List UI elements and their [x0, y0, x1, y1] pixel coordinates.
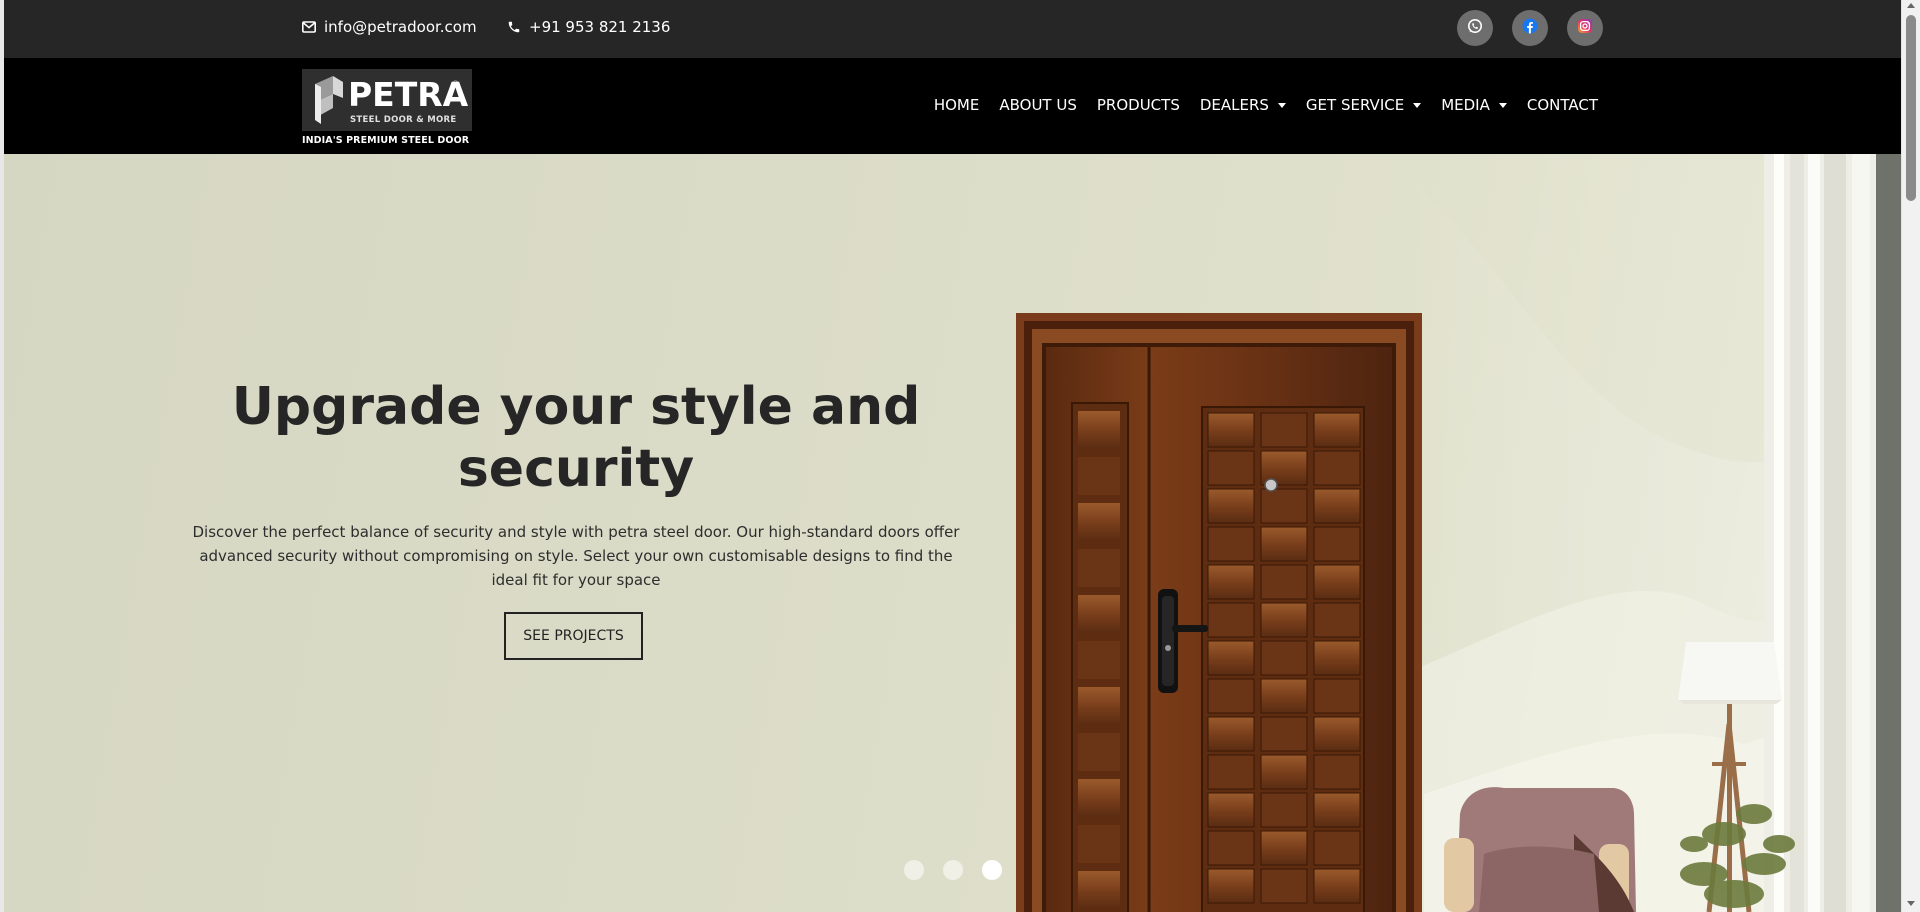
facebook-button[interactable]: [1512, 10, 1548, 46]
hero-description: Discover the perfect balance of security…: [192, 523, 960, 589]
door-tile: [1313, 450, 1361, 486]
door-tile: [1207, 716, 1255, 752]
door-tile: [1207, 868, 1255, 904]
facebook-icon: [1522, 18, 1538, 38]
door-tile: [1260, 754, 1308, 790]
envelope-icon: [302, 21, 316, 33]
nav-dealers-label: DEALERS: [1199, 96, 1269, 114]
door-tile: [1207, 754, 1255, 790]
door-tile: [1207, 602, 1255, 638]
brand-name: PETRA: [348, 75, 469, 114]
instagram-icon: [1577, 18, 1593, 38]
hero-slider: Upgrade your style and security Discover…: [4, 154, 1901, 912]
door-tile: [1207, 830, 1255, 866]
door-tile: [1207, 678, 1255, 714]
nav-home[interactable]: HOME: [934, 96, 980, 114]
slide-dot-2[interactable]: [943, 860, 963, 880]
nav-get-service[interactable]: GET SERVICE: [1305, 96, 1422, 114]
door-tile: [1260, 526, 1308, 562]
nav-menu: HOME ABOUT US PRODUCTS DEALERS GET SERVI…: [914, 96, 1598, 114]
door-tile: [1260, 678, 1308, 714]
door-tile: [1260, 868, 1308, 904]
nav-products[interactable]: PRODUCTS: [1097, 96, 1180, 114]
door-tile: [1207, 564, 1255, 600]
door-tile: [1313, 716, 1361, 752]
nav-media[interactable]: MEDIA: [1441, 96, 1507, 114]
door-tile: [1260, 716, 1308, 752]
door-tile: [1207, 412, 1255, 448]
door-tile: [1207, 640, 1255, 676]
door-tile: [1260, 602, 1308, 638]
slide-dot-1[interactable]: [904, 860, 924, 880]
page-scrollbar[interactable]: [1901, 0, 1920, 912]
scroll-down-arrow-icon[interactable]: [1907, 901, 1915, 906]
door-tile: [1313, 640, 1361, 676]
door-tile: [1260, 792, 1308, 828]
door-tile: [1260, 412, 1308, 448]
door-tile: [1260, 564, 1308, 600]
curtain-and-decor-illustration: [1444, 154, 1901, 912]
caret-down-icon: [1277, 102, 1286, 108]
nav-dealers[interactable]: DEALERS: [1200, 96, 1286, 114]
nav-media-label: MEDIA: [1441, 96, 1490, 114]
door-tile: [1207, 526, 1255, 562]
door-tile: [1207, 450, 1255, 486]
slide-dot-3[interactable]: [982, 860, 1002, 880]
email-link[interactable]: info@petradoor.com: [302, 18, 477, 36]
see-projects-button[interactable]: SEE PROJECTS: [504, 612, 643, 660]
door-tile: [1313, 488, 1361, 524]
brand-logo[interactable]: PETRA ® STEEL DOOR & MORE INDIA'S PREMIU…: [302, 69, 472, 147]
door-tile: [1313, 868, 1361, 904]
nav-home-label: HOME: [933, 96, 980, 114]
door-tile: [1207, 792, 1255, 828]
nav-about-us[interactable]: ABOUT US: [999, 96, 1077, 114]
door-tile: [1313, 792, 1361, 828]
top-contact-bar: info@petradoor.com +91 953 821 2136: [4, 0, 1901, 58]
registered-mark: ®: [452, 80, 459, 88]
nav-get-service-label: GET SERVICE: [1305, 96, 1405, 114]
main-navbar: PETRA ® STEEL DOOR & MORE INDIA'S PREMIU…: [4, 58, 1901, 154]
hero-title: Upgrade your style and security: [231, 377, 921, 499]
scroll-up-arrow-icon[interactable]: [1907, 3, 1915, 8]
steel-door-illustration: [1016, 313, 1422, 912]
whatsapp-icon: [1467, 18, 1483, 38]
door-tile: [1260, 830, 1308, 866]
phone-icon: [507, 20, 521, 34]
slider-pagination: [904, 860, 1002, 880]
whatsapp-button[interactable]: [1457, 10, 1493, 46]
nav-about-us-label: ABOUT US: [999, 96, 1077, 114]
caret-down-icon: [1498, 102, 1507, 108]
door-tile: [1313, 564, 1361, 600]
door-tile: [1313, 830, 1361, 866]
door-tile: [1313, 754, 1361, 790]
nav-contact[interactable]: CONTACT: [1527, 96, 1598, 114]
caret-down-icon: [1413, 102, 1422, 108]
nav-products-label: PRODUCTS: [1096, 96, 1180, 114]
door-tile: [1207, 488, 1255, 524]
phone-link[interactable]: +91 953 821 2136: [507, 18, 670, 36]
door-tile: [1260, 640, 1308, 676]
door-tile: [1313, 678, 1361, 714]
door-tile: [1260, 488, 1308, 524]
door-tile: [1313, 526, 1361, 562]
brand-tagline: INDIA'S PREMIUM STEEL DOOR: [302, 135, 470, 146]
phone-text: +91 953 821 2136: [529, 18, 671, 36]
email-text: info@petradoor.com: [324, 18, 477, 36]
door-tile: [1313, 412, 1361, 448]
door-tile: [1313, 602, 1361, 638]
nav-contact-label: CONTACT: [1526, 96, 1598, 114]
scrollbar-thumb[interactable]: [1906, 15, 1916, 201]
petra-cube-icon: [315, 76, 343, 124]
window-left-edge: [0, 0, 4, 912]
instagram-button[interactable]: [1567, 10, 1603, 46]
brand-subtitle: STEEL DOOR & MORE: [350, 115, 457, 125]
